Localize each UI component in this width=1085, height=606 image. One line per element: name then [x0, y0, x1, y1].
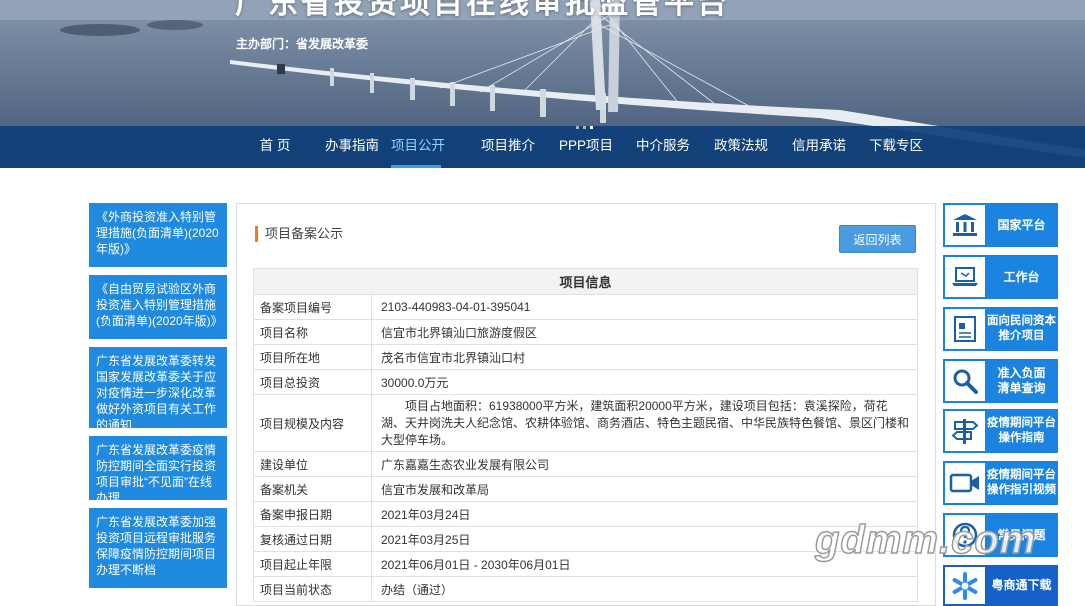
epidemic-operation-guide-button[interactable]: 疫情期间平台 操作指南	[943, 409, 1058, 453]
panel-title: 项目备案公示	[255, 226, 343, 242]
document-icon	[945, 309, 985, 349]
news-link[interactable]: 广东省发展改革委加强投资项目远程审批服务保障疫情防控期间项目办理不断档	[89, 508, 227, 588]
site-title: 广东省投资项目在线审批监管平台	[235, 0, 730, 20]
table-row: 备案机关 信宜市发展和改革局	[253, 476, 918, 502]
link-label: 疫情期间平台 操作指南	[987, 417, 1056, 444]
nav-project-disclosure[interactable]: 项目公开	[391, 126, 445, 168]
field-value: 办结（通过）	[371, 576, 918, 602]
nav-home[interactable]: 首 页	[252, 126, 298, 168]
main-navigation: 首 页 办事指南 项目公开 项目推介 PPP项目 中介服务 政策法规 信用承诺 …	[0, 126, 1085, 168]
news-link[interactable]: 《自由贸易试验区外商投资准入特别管理措施(负面清单)(2020年版)》	[89, 275, 227, 339]
building-icon	[945, 205, 985, 245]
field-label: 项目名称	[253, 319, 372, 345]
news-link[interactable]: 广东省发展改革委转发国家发展改革委关于应对疫情进一步深化改革做好外资项目有关工作…	[89, 347, 227, 428]
table-row: 项目所在地 茂名市信宜市北界镇汕口村	[253, 344, 918, 370]
negative-list-query-button[interactable]: 准入负面 清单查询	[943, 359, 1058, 403]
epidemic-video-guide-button[interactable]: 疫情期间平台 操作指引视频	[943, 461, 1058, 505]
field-label: 项目总投资	[253, 369, 372, 395]
workbench-button[interactable]: 工作台	[943, 255, 1058, 299]
field-label: 项目起止年限	[253, 551, 372, 577]
site-organizer: 主办部门：省发展改革委	[236, 37, 369, 51]
field-value: 信宜市发展和改革局	[371, 476, 918, 502]
link-label: 疫情期间平台 操作指引视频	[987, 469, 1056, 496]
link-label: 粤商通下载	[991, 578, 1052, 592]
snowflake-logo-icon	[945, 567, 985, 604]
nav-project-promotion[interactable]: 项目推介	[478, 126, 538, 168]
table-row: 项目名称 信宜市北界镇汕口旅游度假区	[253, 319, 918, 345]
link-label: 工作台	[1003, 269, 1040, 284]
field-label: 备案机关	[253, 476, 372, 502]
signpost-icon	[945, 411, 985, 451]
nav-downloads[interactable]: 下载专区	[866, 126, 926, 168]
private-capital-projects-button[interactable]: 面向民间资本 推介项目	[943, 307, 1058, 351]
link-label: 准入负面 清单查询	[997, 366, 1046, 395]
laptop-icon	[945, 257, 985, 297]
field-value: 2103-440983-04-01-395041	[371, 294, 918, 320]
video-camera-icon	[945, 463, 985, 503]
nav-credit-commitment[interactable]: 信用承诺	[789, 126, 849, 168]
table-row: 项目总投资 30000.0万元	[253, 369, 918, 395]
field-value: 广东嘉嘉生态农业发展有限公司	[371, 451, 918, 477]
field-label: 项目当前状态	[253, 576, 372, 602]
nav-ppp-projects[interactable]: PPP项目	[556, 126, 616, 168]
link-label: 面向民间资本 推介项目	[987, 315, 1056, 342]
field-label: 备案申报日期	[253, 501, 372, 527]
field-value: 信宜市北界镇汕口旅游度假区	[371, 319, 918, 345]
yueshangtong-download-button[interactable]: 粤商通下载	[943, 565, 1058, 606]
news-link[interactable]: 广东省发展改革委疫情防控期间全面实行投资项目审批“不见面”在线办理	[89, 436, 227, 500]
table-row: 备案项目编号 2103-440983-04-01-395041	[253, 294, 918, 320]
nav-guide[interactable]: 办事指南	[322, 126, 382, 168]
table-header: 项目信息	[253, 268, 918, 295]
news-link[interactable]: 《外商投资准入特别管理措施(负面清单)(2020年版)》	[89, 203, 227, 267]
magnifier-icon	[945, 361, 985, 401]
watermark: gdmm.com	[814, 517, 1037, 563]
field-label: 备案项目编号	[253, 294, 372, 320]
field-label: 复核通过日期	[253, 526, 372, 552]
table-row: 项目规模及内容 项目占地面积：61938000平方米，建筑面积20000平方米，建…	[253, 394, 918, 452]
field-label: 项目所在地	[253, 344, 372, 370]
field-label: 建设单位	[253, 451, 372, 477]
national-platform-button[interactable]: 国家平台	[943, 203, 1058, 247]
table-row: 项目当前状态 办结（通过）	[253, 576, 918, 602]
field-label: 项目规模及内容	[253, 394, 372, 452]
field-value: 项目占地面积：61938000平方米，建筑面积20000平方米，建设项目包括：袁…	[371, 394, 918, 452]
link-label: 国家平台	[997, 217, 1046, 232]
back-to-list-button[interactable]: 返回列表	[839, 225, 916, 253]
nav-policies[interactable]: 政策法规	[711, 126, 771, 168]
nav-intermediary-services[interactable]: 中介服务	[633, 126, 693, 168]
field-value: 茂名市信宜市北界镇汕口村	[371, 344, 918, 370]
table-row: 建设单位 广东嘉嘉生态农业发展有限公司	[253, 451, 918, 477]
field-value: 30000.0万元	[371, 369, 918, 395]
